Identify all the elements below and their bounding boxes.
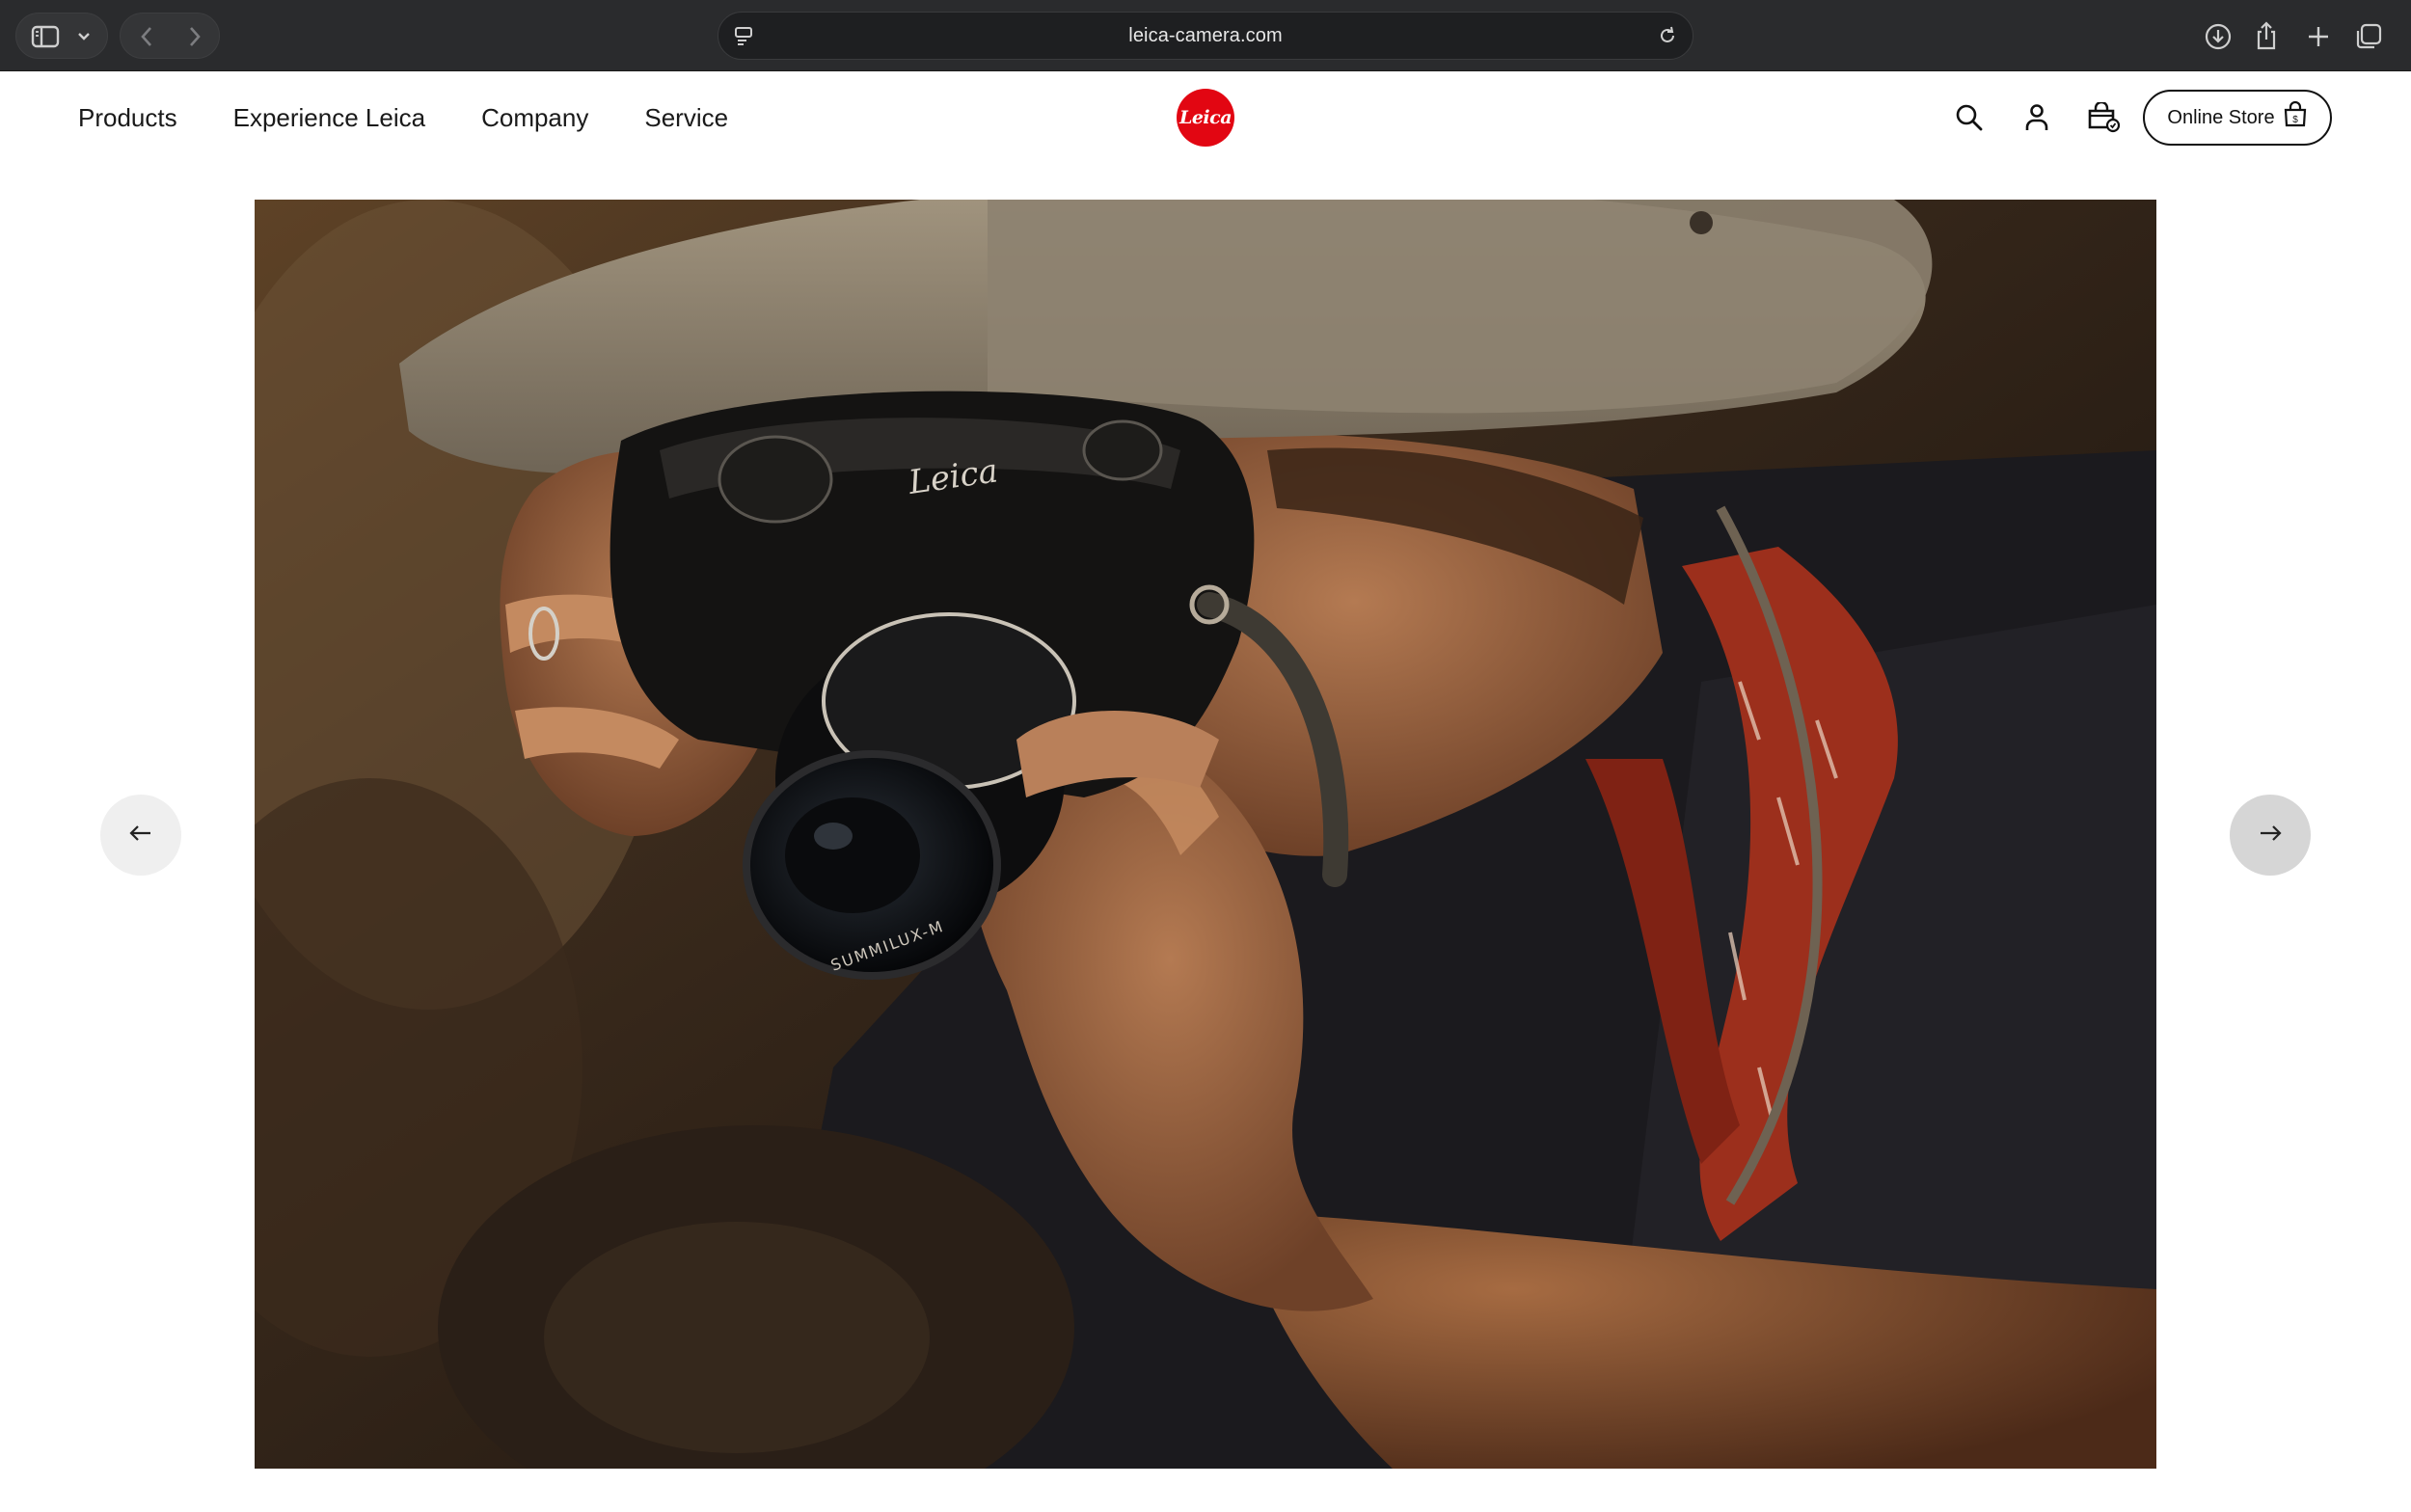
tab-overview-icon[interactable]: [2351, 19, 2386, 54]
online-store-label: Online Store: [2167, 106, 2275, 128]
url-text[interactable]: leica-camera.com: [718, 13, 1693, 59]
arrow-right-icon: [2258, 823, 2283, 849]
logo-text: Leica: [1178, 107, 1233, 128]
nav-company[interactable]: Company: [481, 103, 588, 133]
search-icon[interactable]: [1950, 98, 1989, 137]
nav-products[interactable]: Products: [78, 103, 177, 133]
photographer-with-camera-image: Leica SUMMILUX-M: [255, 200, 2156, 1469]
chevron-down-icon[interactable]: [72, 25, 95, 48]
shopping-bag-icon: $: [2283, 100, 2308, 134]
leica-logo[interactable]: Leica: [1177, 89, 1234, 147]
nav-service[interactable]: Service: [644, 103, 728, 133]
history-nav-group: [120, 13, 220, 59]
sidebar-icon[interactable]: [26, 23, 65, 50]
download-icon[interactable]: [2201, 19, 2235, 54]
svg-text:$: $: [2292, 115, 2298, 125]
carousel-prev-button[interactable]: [100, 795, 181, 876]
address-bar[interactable]: leica-camera.com: [718, 12, 1693, 60]
sidebar-toggle-group[interactable]: [15, 13, 108, 59]
arrow-left-icon: [128, 823, 153, 849]
hero-image: Leica SUMMILUX-M: [255, 200, 2156, 1469]
reload-icon[interactable]: [1654, 24, 1681, 47]
online-store-button[interactable]: Online Store $: [2143, 90, 2332, 146]
share-icon[interactable]: [2249, 17, 2284, 54]
main-nav: Products Experience Leica Company Servic…: [78, 71, 784, 164]
cart-icon[interactable]: [2085, 98, 2124, 137]
site-header: Products Experience Leica Company Servic…: [0, 71, 2411, 199]
user-icon[interactable]: [2018, 98, 2056, 137]
carousel-next-button[interactable]: [2230, 795, 2311, 876]
forward-icon[interactable]: [180, 23, 209, 50]
new-tab-icon[interactable]: [2301, 19, 2336, 54]
browser-toolbar: leica-camera.com: [0, 0, 2411, 71]
back-icon[interactable]: [132, 23, 161, 50]
nav-experience-leica[interactable]: Experience Leica: [233, 103, 425, 133]
